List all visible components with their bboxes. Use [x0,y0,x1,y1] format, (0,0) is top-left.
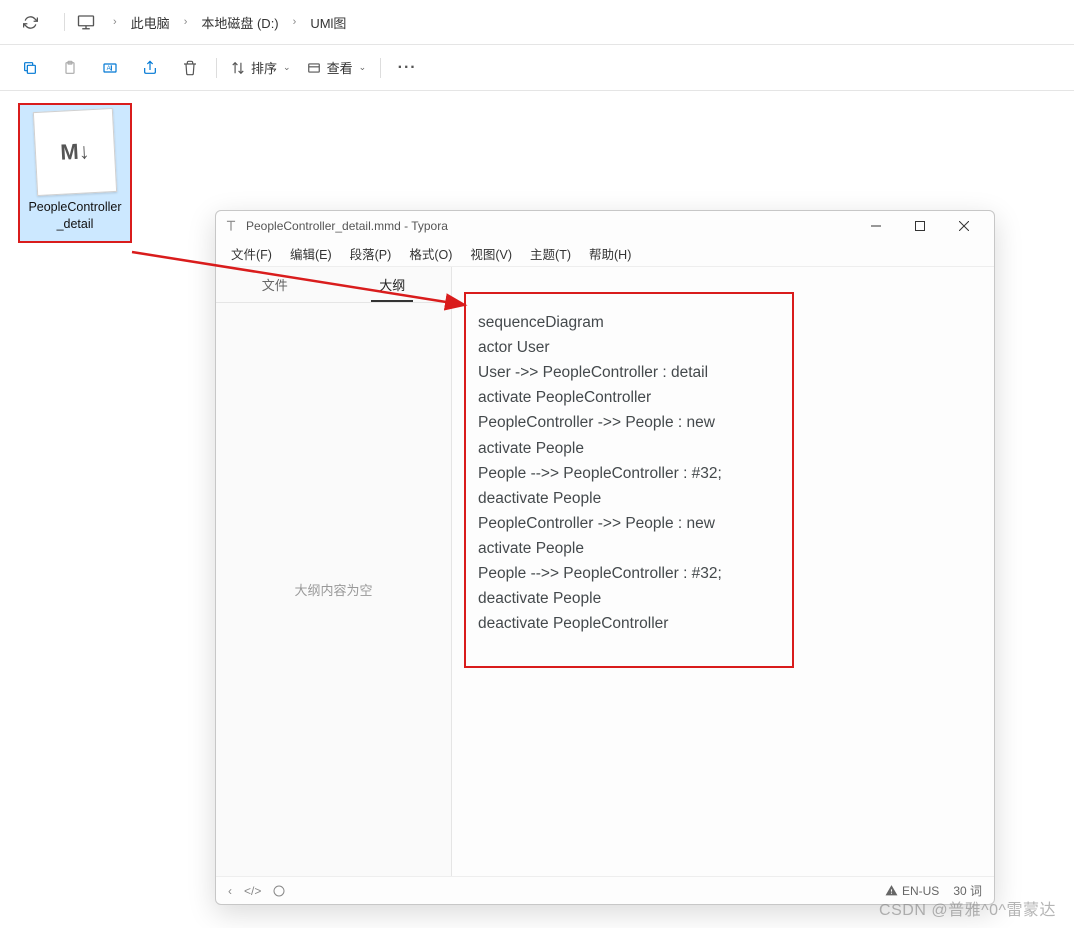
code-line[interactable]: activate People [478,536,780,561]
typora-sidebar: 文件 大纲 大纲内容为空 [216,267,452,876]
app-icon [224,219,238,233]
menu-theme[interactable]: 主题(T) [521,241,580,266]
separator [216,58,217,78]
code-line[interactable]: activate PeopleController [478,385,780,410]
editor-area[interactable]: sequenceDiagram actor User User ->> Peop… [452,267,994,876]
view-label: 查看 [327,58,353,77]
paste-button [50,52,90,84]
status-left: ‹ </> [228,884,285,898]
address-bar: › 此电脑 › 本地磁盘 (D:) › UMl图 [0,0,1074,45]
typora-body: 文件 大纲 大纲内容为空 sequenceDiagram actor User … [216,267,994,876]
word-count[interactable]: 30 词 [953,882,982,899]
copy-button[interactable] [10,52,50,84]
menu-paragraph[interactable]: 段落(P) [341,241,401,266]
close-button[interactable] [942,211,986,241]
sidebar-toggle[interactable] [273,885,285,897]
breadcrumb-pc[interactable]: 此电脑 [127,11,174,34]
refresh-button[interactable] [20,12,40,32]
view-dropdown[interactable]: 查看 ⌄ [299,52,375,84]
maximize-button[interactable] [898,211,942,241]
content-highlight-box: sequenceDiagram actor User User ->> Peop… [464,292,794,668]
status-right: EN-US 30 词 [885,882,982,899]
chevron-down-icon: ⌄ [359,62,367,73]
menu-format[interactable]: 格式(O) [400,241,461,266]
tab-outline[interactable]: 大纲 [334,267,452,302]
window-controls [854,211,986,241]
sidebar-tabs: 文件 大纲 [216,267,451,303]
menubar: 文件(F) 编辑(E) 段落(P) 格式(O) 视图(V) 主题(T) 帮助(H… [216,241,994,267]
outline-panel: 大纲内容为空 [216,303,451,876]
svg-text:A: A [107,66,111,72]
file-item[interactable]: M↓ PeopleController_detail [18,103,132,243]
code-line[interactable]: deactivate People [478,586,780,611]
menu-view[interactable]: 视图(V) [461,241,521,266]
titlebar[interactable]: PeopleController_detail.mmd - Typora [216,211,994,241]
separator [380,58,381,78]
statusbar: ‹ </> EN-US 30 词 [216,876,994,904]
more-button[interactable]: ··· [387,52,427,84]
breadcrumb-disk[interactable]: 本地磁盘 (D:) [197,11,282,34]
tab-files[interactable]: 文件 [216,267,334,302]
code-line[interactable]: activate People [478,436,780,461]
breadcrumb-folder[interactable]: UMl图 [306,11,350,34]
code-line[interactable]: User ->> PeopleController : detail [478,360,780,385]
menu-edit[interactable]: 编辑(E) [281,241,341,266]
explorer-toolbar: A 排序 ⌄ 查看 ⌄ ··· [0,45,1074,91]
delete-button[interactable] [170,52,210,84]
chevron-icon: › [289,16,301,28]
sort-label: 排序 [251,58,277,77]
chevron-icon: › [180,16,192,28]
menu-file[interactable]: 文件(F) [222,241,281,266]
markdown-badge: M↓ [60,138,91,165]
code-line[interactable]: PeopleController ->> People : new [478,511,780,536]
outline-empty-text: 大纲内容为空 [294,580,372,599]
window-title: PeopleController_detail.mmd - Typora [246,219,854,233]
code-line[interactable]: actor User [478,335,780,360]
source-mode-button[interactable]: </> [244,884,261,898]
rename-button[interactable]: A [90,52,130,84]
ellipsis-icon: ··· [398,59,417,77]
minimize-button[interactable] [854,211,898,241]
chevron-icon: › [109,16,121,28]
typora-window: PeopleController_detail.mmd - Typora 文件(… [215,210,995,905]
share-button[interactable] [130,52,170,84]
file-pane[interactable]: M↓ PeopleController_detail [0,91,1074,127]
nav-back-button[interactable]: ‹ [228,884,232,898]
language-label: EN-US [902,884,939,898]
divider [64,13,65,31]
code-line[interactable]: People -->> PeopleController : #32; [478,461,780,486]
chevron-down-icon: ⌄ [283,62,291,73]
code-line[interactable]: People -->> PeopleController : #32; [478,561,780,586]
file-name: PeopleController_detail [22,197,128,239]
code-line[interactable]: sequenceDiagram [478,310,780,335]
spellcheck-indicator[interactable]: EN-US [885,884,939,898]
code-line[interactable]: PeopleController ->> People : new [478,410,780,435]
computer-icon [77,13,95,31]
code-line[interactable]: deactivate People [478,486,780,511]
sort-dropdown[interactable]: 排序 ⌄ [223,52,299,84]
code-line[interactable]: deactivate PeopleController [478,611,780,636]
file-thumbnail: M↓ [33,108,117,196]
menu-help[interactable]: 帮助(H) [580,241,640,266]
